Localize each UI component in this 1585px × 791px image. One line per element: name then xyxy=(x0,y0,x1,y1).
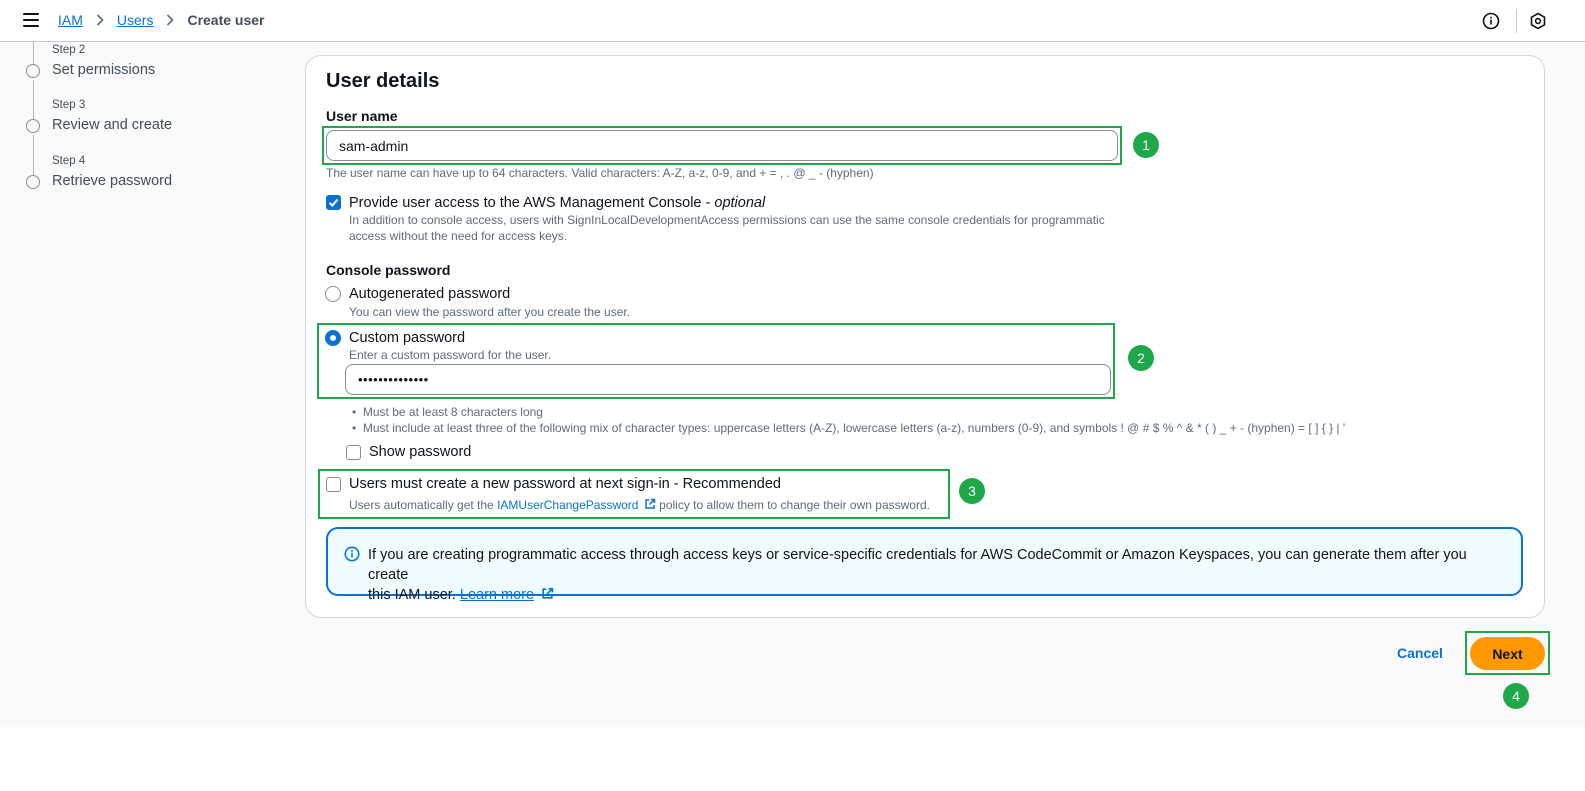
user-name-hint: The user name can have up to 64 characte… xyxy=(326,166,874,180)
cancel-button[interactable]: Cancel xyxy=(1397,645,1443,661)
checkmark-icon xyxy=(328,198,338,207)
breadcrumb-current: Create user xyxy=(187,12,265,28)
require-reset-label[interactable]: Users must create a new password at next… xyxy=(349,476,781,492)
autogenerated-password-label[interactable]: Autogenerated password xyxy=(349,286,510,302)
show-password-label[interactable]: Show password xyxy=(369,444,471,460)
console-access-label-text: Provide user access to the AWS Managemen… xyxy=(349,195,715,211)
step-circle-icon xyxy=(26,64,40,78)
info-alert-text: If you are creating programmatic access … xyxy=(368,545,1478,605)
console-access-label[interactable]: Provide user access to the AWS Managemen… xyxy=(349,195,765,211)
user-name-label: User name xyxy=(326,108,398,124)
learn-more-link[interactable]: Learn more xyxy=(460,587,534,603)
step-title[interactable]: Set permissions xyxy=(52,62,155,78)
require-reset-checkbox[interactable] xyxy=(326,477,341,492)
require-reset-hint: Users automatically get the IAMUserChang… xyxy=(349,498,930,512)
breadcrumb: IAM Users Create user xyxy=(58,12,265,28)
info-icon xyxy=(344,546,360,562)
step-title[interactable]: Retrieve password xyxy=(52,173,172,189)
password-rule-2: • Must include at least three of the fol… xyxy=(352,421,1346,435)
custom-password-radio[interactable] xyxy=(325,330,341,346)
annotation-badge-1: 1 xyxy=(1133,132,1159,158)
console-access-desc-line2: access without the need for access keys. xyxy=(349,229,568,243)
external-link-icon xyxy=(542,587,554,599)
card-title: User details xyxy=(326,70,440,92)
breadcrumb-users[interactable]: Users xyxy=(117,12,154,28)
require-reset-hint-before: Users automatically get the xyxy=(349,498,498,512)
optional-text: optional xyxy=(714,195,766,211)
console-password-label: Console password xyxy=(326,262,451,278)
chevron-right-icon xyxy=(166,14,175,26)
info-alert-line1: If you are creating programmatic access … xyxy=(368,547,1467,583)
annotation-badge-2: 2 xyxy=(1128,345,1154,371)
step-circle-icon xyxy=(26,175,40,189)
info-alert: If you are creating programmatic access … xyxy=(326,527,1523,603)
step-circle-icon xyxy=(26,119,40,133)
step-label: Step 4 xyxy=(52,155,86,167)
next-button[interactable]: Next xyxy=(1470,637,1545,670)
info-icon[interactable] xyxy=(1482,12,1500,30)
annotation-badge-4: 4 xyxy=(1503,683,1529,709)
breadcrumb-iam[interactable]: IAM xyxy=(58,12,83,28)
settings-hexagon-icon[interactable] xyxy=(1529,12,1547,30)
custom-password-label[interactable]: Custom password xyxy=(349,330,465,346)
menu-icon[interactable] xyxy=(23,13,39,27)
autogenerated-password-hint: You can view the password after you crea… xyxy=(349,305,631,319)
password-rule-2-text: Must include at least three of the follo… xyxy=(362,421,1346,435)
divider xyxy=(1516,9,1517,33)
info-alert-line2: this IAM user. xyxy=(368,587,460,603)
step-label: Step 3 xyxy=(52,99,86,111)
autogenerated-password-radio[interactable] xyxy=(325,286,341,302)
step-label: Step 2 xyxy=(52,44,86,56)
annotation-badge-3: 3 xyxy=(959,478,985,504)
iam-user-change-password-link[interactable]: IAMUserChangePassword xyxy=(497,498,638,512)
external-link-icon xyxy=(645,498,656,509)
step-connector xyxy=(33,42,34,64)
show-password-checkbox[interactable] xyxy=(346,445,361,460)
console-access-checkbox[interactable] xyxy=(326,195,341,210)
step-connector xyxy=(33,80,34,120)
require-reset-hint-after: policy to allow them to change their own… xyxy=(655,498,930,512)
custom-password-hint: Enter a custom password for the user. xyxy=(349,348,552,362)
user-name-input[interactable]: sam-admin xyxy=(326,130,1118,161)
password-rule-1-text: Must be at least 8 characters long xyxy=(362,405,543,419)
custom-password-input[interactable]: •••••••••••••• xyxy=(345,364,1111,395)
step-connector xyxy=(33,135,34,175)
chevron-right-icon xyxy=(96,14,104,26)
step-title[interactable]: Review and create xyxy=(52,117,172,133)
console-access-desc-line1: In addition to console access, users wit… xyxy=(349,213,1105,227)
top-navigation-bar: IAM Users Create user xyxy=(0,0,1585,42)
password-rule-1: • Must be at least 8 characters long xyxy=(352,405,543,419)
